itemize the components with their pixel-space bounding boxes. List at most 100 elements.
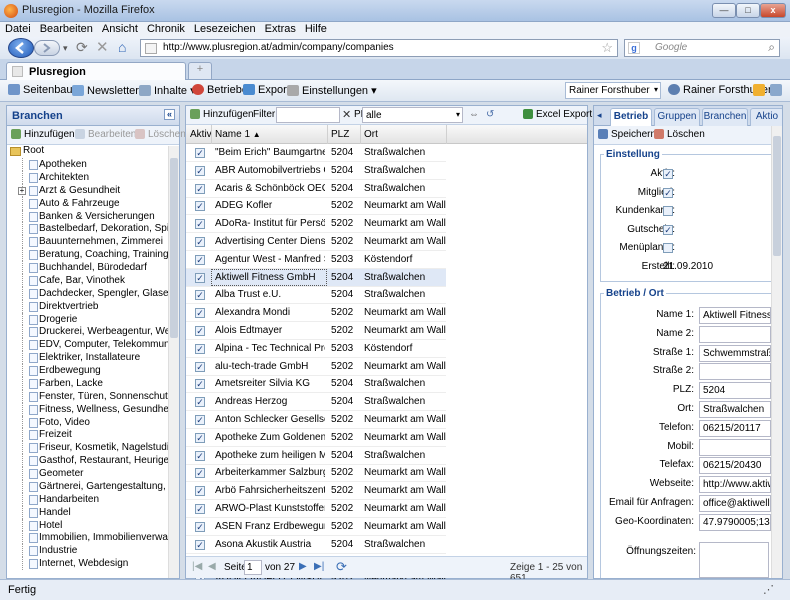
tree-scroll-thumb[interactable] (170, 158, 178, 338)
resize-grip-icon[interactable]: ⋰ (763, 583, 774, 596)
tree-item[interactable]: Dachdecker, Spengler, Glaser, Lackierer (7, 286, 170, 300)
tree-item[interactable]: Handarbeiten (7, 492, 170, 506)
tab-plusregion[interactable]: Plusregion (6, 62, 186, 80)
history-dropdown-icon[interactable]: ▾ (63, 43, 68, 54)
col-plz[interactable]: PLZ (331, 129, 349, 140)
tree-item[interactable]: Direktvertrieb (7, 299, 170, 313)
grid-add-button[interactable]: Hinzufügen (190, 109, 254, 120)
active-checkbox[interactable]: ✓ (195, 343, 205, 354)
table-row[interactable]: ✓ Asona Akustik Austria 5204 Straßwalchen (186, 536, 446, 554)
tree-item[interactable]: Drogerie (7, 312, 170, 326)
new-tab-button[interactable]: + (188, 62, 212, 79)
filter-input[interactable] (276, 107, 340, 123)
active-checkbox[interactable]: ✓ (195, 486, 205, 497)
next-page-icon[interactable]: ▶ (299, 561, 307, 572)
field-input[interactable]: http://www.aktiwell.at (699, 476, 771, 494)
active-checkbox[interactable]: ✓ (195, 183, 205, 194)
active-checkbox[interactable]: ✓ (195, 219, 205, 230)
toolbar-einstellungen[interactable]: Einstellungen ▾ (287, 84, 377, 97)
table-row[interactable]: ✓ ASEN Franz Erdbewegungen 5202 Neumarkt am… (186, 518, 446, 536)
hours-textarea[interactable] (699, 542, 769, 578)
field-input[interactable]: 47.9790005;13.2 (699, 513, 771, 531)
maximize-button[interactable]: □ (736, 3, 760, 18)
last-page-icon[interactable]: ▶| (314, 561, 324, 572)
field-input[interactable]: Straßwalchen (699, 401, 771, 418)
user-select[interactable]: Rainer Forsthuber ▾ (565, 82, 661, 99)
tree-item[interactable]: Fenster, Türen, Sonnenschutz (7, 389, 170, 403)
first-page-icon[interactable]: |◀ (192, 561, 202, 572)
active-checkbox[interactable]: ✓ (195, 148, 205, 158)
active-checkbox[interactable]: ✓ (195, 415, 205, 425)
tree-item[interactable]: Gärtnerei, Gartengestaltung, Blumen (7, 479, 170, 493)
excel-export-button[interactable]: Excel Export (523, 109, 592, 120)
tree-item[interactable]: Internet, Webdesign (7, 557, 170, 570)
tree-item[interactable]: Architekten (7, 170, 170, 184)
menu-lesezeichen[interactable]: Lesezeichen (189, 22, 260, 35)
menu-datei[interactable]: Datei (0, 22, 35, 35)
menu-extras[interactable]: Extras (260, 22, 300, 35)
active-checkbox[interactable]: ✓ (195, 379, 205, 390)
active-checkbox[interactable]: ✓ (195, 165, 205, 176)
table-row[interactable]: ✓ ABR Automobilvertriebs GmbH 5204 Straßwal… (186, 162, 446, 180)
refresh-icon[interactable]: ⟳ (336, 559, 347, 575)
detail-scrollbar[interactable] (771, 126, 782, 578)
active-checkbox[interactable]: ✓ (195, 237, 205, 247)
menu-hilfe[interactable]: Hilfe (300, 22, 331, 35)
back-button[interactable] (8, 38, 34, 58)
tree-item[interactable]: Foto, Video (7, 415, 170, 429)
active-checkbox[interactable]: ✓ (195, 326, 205, 336)
tree-item[interactable]: Fitness, Wellness, Gesundheit, Solarium (7, 402, 170, 416)
branchen-add-button[interactable]: Hinzufügen (11, 129, 75, 140)
field-input[interactable] (699, 438, 771, 456)
active-checkbox[interactable]: ✓ (195, 361, 205, 372)
active-checkbox[interactable]: ✓ (195, 254, 205, 265)
branchen-edit-button[interactable]: Bearbeiten (75, 129, 136, 140)
reload-icon[interactable]: ⟳ (76, 39, 88, 56)
table-row[interactable]: ✓ Alba Trust e.U. 5204 Straßwalchen (186, 286, 446, 305)
table-row[interactable]: ✓ Anton Schlecker Gesellschaft mbH 5202 Neu… (186, 411, 446, 429)
prev-page-icon[interactable]: ◀ (208, 561, 216, 572)
tree-item[interactable]: Handel (7, 505, 170, 519)
url-bar[interactable]: http://www.plusregion.at/admin/company/c… (140, 39, 618, 57)
collapse-icon[interactable]: « (164, 109, 175, 120)
active-checkbox[interactable]: ✓ (195, 521, 205, 532)
tree-item[interactable]: Freizeit (7, 428, 170, 442)
table-row[interactable]: ✓ alu-tech-trade GmbH 5202 Neumarkt am Wall… (186, 358, 446, 376)
active-checkbox[interactable]: ✓ (195, 308, 205, 319)
field-input[interactable] (699, 363, 771, 381)
menu-chronik[interactable]: Chronik (142, 22, 189, 35)
tree-item[interactable]: Gasthof, Restaurant, Heuriger, Wirtshaus (7, 454, 170, 467)
toolbar-export[interactable]: Export (243, 84, 290, 96)
active-checkbox[interactable]: ✓ (195, 201, 205, 212)
tree-item[interactable]: Farben, Lacke (7, 376, 170, 390)
tree-item[interactable]: Industrie (7, 544, 170, 558)
tree-scrollbar[interactable] (168, 146, 179, 578)
table-row[interactable]: ✓ Advertising Center Dienstleistungs GmbH… (186, 233, 446, 251)
close-window-button[interactable]: x (760, 3, 786, 18)
tree-item[interactable]: Bastelbedarf, Dekoration, Spielwaren (7, 222, 170, 236)
tree-item[interactable]: EDV, Computer, Telekommunikation (7, 338, 170, 352)
tree-item[interactable]: Friseur, Kosmetik, Nagelstudio (7, 441, 170, 455)
field-input[interactable]: 5204 (699, 382, 771, 400)
bookmark-star-icon[interactable]: ☆ (601, 40, 613, 56)
tree-item[interactable]: Elektriker, Installateure (7, 351, 170, 364)
detail-scroll-thumb[interactable] (773, 136, 781, 256)
table-row[interactable]: ✓ "Beim Erich" Baumgartner OG 5204 Straßwal… (186, 144, 446, 162)
toolbar-seitenbaum[interactable]: Seitenbaum (8, 84, 82, 96)
tree-item[interactable]: Buchhandel, Bürodedarf (7, 261, 170, 274)
field-input[interactable]: 06215/20117 (699, 419, 771, 437)
field-input[interactable] (699, 325, 771, 343)
toolbar-inhalte[interactable]: Inhalte ▾ (139, 84, 196, 97)
active-checkbox[interactable]: ✓ (195, 432, 205, 443)
tree-item[interactable]: Bauunternehmen, Zimmerei (7, 235, 170, 249)
logout-icon[interactable] (770, 84, 782, 96)
tree-item[interactable]: + Arzt & Gesundheit (7, 183, 170, 197)
tree-item[interactable]: Hotel (7, 518, 170, 532)
tree-item[interactable]: Druckerei, Werbeagentur, Werbemittel (7, 325, 170, 339)
table-row[interactable]: ✓ Ametsreiter Silvia KG 5204 Straßwalchen (186, 375, 446, 394)
clear-filter-icon[interactable]: ✕ (342, 108, 351, 121)
table-row[interactable]: ✓ Apotheke zum heiligen Martin 5204 Straßwa… (186, 447, 446, 465)
tree-item[interactable]: Beratung, Coaching, Training (7, 248, 170, 261)
field-input[interactable]: office@aktiwell.at (699, 495, 771, 512)
expand-icon[interactable]: + (18, 186, 26, 195)
